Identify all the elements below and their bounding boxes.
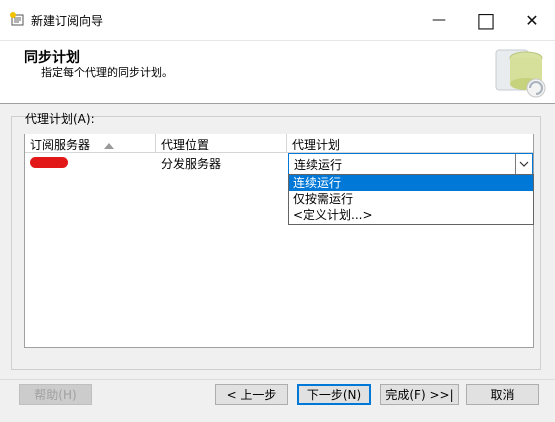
- maximize-icon: □: [476, 8, 496, 32]
- maximize-button[interactable]: □: [463, 0, 509, 40]
- cell-location[interactable]: 分发服务器: [156, 153, 287, 173]
- back-button[interactable]: < 上一步: [215, 384, 288, 405]
- column-header-label: 订阅服务器: [30, 138, 91, 152]
- close-icon: ✕: [525, 10, 539, 30]
- redacted-subscriber: [30, 157, 68, 168]
- column-header-label: 代理计划: [292, 138, 341, 152]
- schedule-option-define[interactable]: <定义计划...>: [289, 207, 533, 223]
- agent-schedule-label: 代理计划(A):: [25, 112, 95, 126]
- chevron-down-icon[interactable]: [515, 154, 532, 174]
- schedule-combobox-value: 连续运行: [294, 158, 343, 172]
- minimize-icon: —: [432, 12, 446, 28]
- schedule-option-continuous[interactable]: 连续运行: [289, 175, 533, 191]
- footer-divider: [0, 379, 555, 380]
- window-title: 新建订阅向导: [31, 14, 104, 28]
- header-divider: [0, 103, 555, 104]
- minimize-button[interactable]: —: [416, 0, 462, 40]
- finish-button[interactable]: 完成(F) >>|: [380, 384, 459, 405]
- close-button[interactable]: ✕: [509, 0, 555, 40]
- column-header-location[interactable]: 代理位置: [156, 134, 287, 153]
- schedule-option-on-demand[interactable]: 仅按需运行: [289, 191, 533, 207]
- column-header-schedule[interactable]: 代理计划: [287, 134, 533, 153]
- help-button[interactable]: 帮助(H): [19, 384, 92, 405]
- sort-ascending-icon: [104, 143, 115, 149]
- next-button[interactable]: 下一步(N): [297, 384, 371, 405]
- page-subtitle: 指定每个代理的同步计划。: [41, 66, 173, 79]
- cancel-button[interactable]: 取消: [466, 384, 539, 405]
- wizard-app-icon: [9, 11, 25, 27]
- column-header-subscriber[interactable]: 订阅服务器: [25, 134, 156, 153]
- database-schedule-icon: [492, 44, 550, 100]
- column-header-label: 代理位置: [161, 138, 210, 152]
